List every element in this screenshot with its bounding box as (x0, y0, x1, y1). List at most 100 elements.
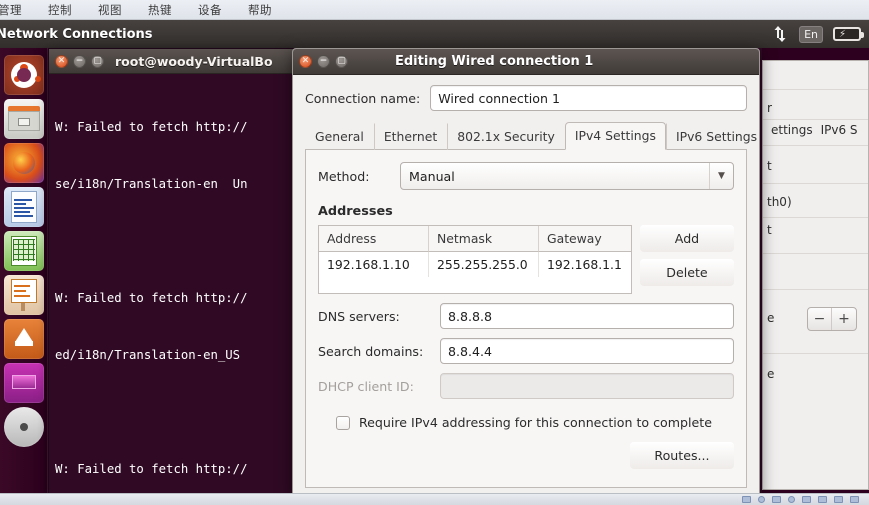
terminal-minimize-button[interactable]: − (73, 54, 86, 68)
chevron-down-icon[interactable]: ▼ (709, 163, 733, 189)
dialog-maximize-button[interactable]: ▢ (335, 55, 348, 68)
require-ipv4-label: Require IPv4 addressing for this connect… (359, 415, 712, 430)
launcher-item-libreoffice-calc-icon[interactable] (3, 231, 44, 271)
unity-launcher (0, 48, 48, 505)
connection-name-input[interactable]: Wired connection 1 (430, 85, 747, 111)
menu-item-control[interactable]: 控制 (44, 0, 76, 20)
cell-address[interactable]: 192.168.1.10 (319, 252, 429, 277)
addresses-table[interactable]: Address Netmask Gateway 192.168.1.10 255… (318, 225, 632, 294)
launcher-item-amazon-icon[interactable] (3, 363, 44, 403)
dialog-close-button[interactable]: ✕ (299, 55, 312, 68)
editing-connection-dialog[interactable]: ✕ − ▢ Editing Wired connection 1 Connect… (292, 48, 760, 498)
screen: 管理 控制 视图 热键 设备 帮助 Network Connections En… (0, 0, 869, 505)
status-floppy-icon[interactable] (772, 496, 781, 503)
terminal-maximize-button[interactable]: ▢ (91, 54, 104, 68)
addresses-area: Address Netmask Gateway 192.168.1.10 255… (318, 225, 734, 294)
search-domains-row: Search domains: 8.8.4.4 (318, 338, 734, 364)
cell-netmask[interactable]: 255.255.255.0 (429, 252, 539, 277)
launcher-item-disk-icon[interactable] (3, 407, 44, 447)
terminal-line: ed/i18n/Translation-en_US (55, 348, 241, 362)
connection-name-row: Connection name: Wired connection 1 (305, 85, 747, 111)
tab-general[interactable]: General (305, 123, 374, 150)
dhcp-client-id-label: DHCP client ID: (318, 378, 414, 394)
terminal-line: W: Failed to fetch http:// (55, 462, 248, 476)
bgwin-add-remove-buttons[interactable]: − + (807, 307, 857, 331)
terminal-close-button[interactable]: ✕ (55, 54, 68, 68)
launcher-item-firefox-icon[interactable] (3, 143, 44, 183)
addresses-buttons: Add Delete (640, 225, 734, 286)
launcher-item-libreoffice-writer-icon[interactable] (3, 187, 44, 227)
ipv4-settings-panel: Method: Manual ▼ Addresses Address Netma… (305, 150, 747, 488)
status-shared-folder-icon[interactable] (818, 496, 827, 503)
column-header-address: Address (319, 226, 429, 252)
bgwin-fragment-5: e (767, 367, 775, 381)
status-display-icon[interactable] (834, 496, 843, 503)
battery-icon[interactable]: ⚡ (833, 27, 864, 41)
bgwin-tab-ipv6-partial[interactable]: IPv6 S (821, 123, 858, 137)
search-domains-input[interactable]: 8.8.4.4 (440, 338, 734, 364)
terminal-titlebar[interactable]: ✕ − ▢ root@woody-VirtualBo (49, 49, 293, 74)
dns-servers-input[interactable]: 8.8.8.8 (440, 303, 734, 329)
method-selected-value: Manual (409, 168, 455, 184)
bgwin-fragment-3: t (767, 223, 772, 237)
network-connections-window[interactable]: r ettings IPv6 S t th0) t e − + e (762, 60, 869, 490)
status-usb-icon[interactable] (802, 496, 811, 503)
status-mouse-icon[interactable] (850, 496, 859, 503)
routes-button[interactable]: Routes... (630, 442, 734, 469)
status-optical-disk-icon[interactable] (758, 496, 765, 503)
bgwin-add-button[interactable]: + (832, 308, 856, 330)
terminal-title-text: root@woody-VirtualBo (115, 53, 273, 69)
keyboard-layout-indicator[interactable]: En (799, 25, 823, 43)
network-arrows-icon[interactable] (771, 25, 789, 43)
cell-gateway[interactable]: 192.168.1.1 (539, 252, 631, 277)
dhcp-client-id-input (440, 373, 734, 399)
terminal-line: se/i18n/Translation-en Un (55, 177, 248, 191)
delete-address-button[interactable]: Delete (640, 259, 734, 286)
require-ipv4-row[interactable]: Require IPv4 addressing for this connect… (318, 415, 734, 430)
terminal-line: W: Failed to fetch http:// (55, 291, 248, 305)
launcher-item-ubuntu-dash-icon[interactable] (3, 55, 44, 95)
add-address-button[interactable]: Add (640, 225, 734, 252)
terminal-window[interactable]: ✕ − ▢ root@woody-VirtualBo W: Failed to … (48, 48, 294, 498)
connection-name-label: Connection name: (305, 90, 421, 106)
table-row[interactable]: 192.168.1.10 255.255.255.0 192.168.1.1 (319, 252, 631, 277)
menu-item-view[interactable]: 视图 (94, 0, 126, 20)
bgwin-tabs[interactable]: ettings IPv6 S (771, 123, 858, 137)
bgwin-fragment-1: r (767, 101, 772, 115)
tab-802-1x-security[interactable]: 802.1x Security (447, 123, 565, 150)
menu-item-hotkeys[interactable]: 热键 (144, 0, 176, 20)
bgwin-remove-button[interactable]: − (808, 308, 832, 330)
launcher-item-ubuntu-software-center-icon[interactable] (3, 319, 44, 359)
launcher-item-files-icon[interactable] (3, 99, 44, 139)
virtualbox-menubar: 管理 控制 视图 热键 设备 帮助 (0, 0, 869, 20)
dialog-minimize-button[interactable]: − (317, 55, 330, 68)
status-network-icon[interactable] (788, 496, 795, 503)
method-row: Method: Manual ▼ (318, 162, 734, 190)
tab-ipv4-settings[interactable]: IPv4 Settings (564, 122, 666, 150)
tab-ipv6-settings[interactable]: IPv6 Settings (665, 123, 767, 150)
bgwin-tab-ipv4-partial[interactable]: ettings (771, 123, 813, 137)
tab-ethernet[interactable]: Ethernet (373, 123, 447, 150)
virtualbox-statusbar (0, 493, 869, 505)
status-hard-disk-icon[interactable] (742, 496, 751, 503)
dialog-body: Connection name: Wired connection 1 Gene… (293, 75, 759, 488)
terminal-output[interactable]: W: Failed to fetch http:// se/i18n/Trans… (49, 74, 293, 498)
dialog-titlebar[interactable]: ✕ − ▢ Editing Wired connection 1 (293, 49, 759, 75)
column-header-gateway: Gateway (539, 226, 631, 252)
method-select[interactable]: Manual ▼ (400, 162, 734, 190)
dialog-tabs: General Ethernet 802.1x Security IPv4 Se… (305, 121, 757, 150)
dns-servers-label: DNS servers: (318, 308, 400, 324)
addresses-table-header: Address Netmask Gateway (319, 226, 631, 252)
menu-item-help[interactable]: 帮助 (244, 0, 276, 20)
menu-item-devices[interactable]: 设备 (194, 0, 226, 20)
dialog-title-text: Editing Wired connection 1 (395, 54, 594, 69)
menu-item-manage[interactable]: 管理 (0, 0, 26, 20)
require-ipv4-checkbox[interactable] (336, 415, 350, 430)
bgwin-fragment-eth0: th0) (767, 195, 792, 209)
bgwin-fragment-2: t (767, 159, 772, 173)
column-header-netmask: Netmask (429, 226, 539, 252)
panel-indicators: En ⚡ (771, 25, 869, 43)
dhcp-client-id-row: DHCP client ID: (318, 373, 734, 399)
launcher-item-libreoffice-impress-icon[interactable] (3, 275, 44, 315)
